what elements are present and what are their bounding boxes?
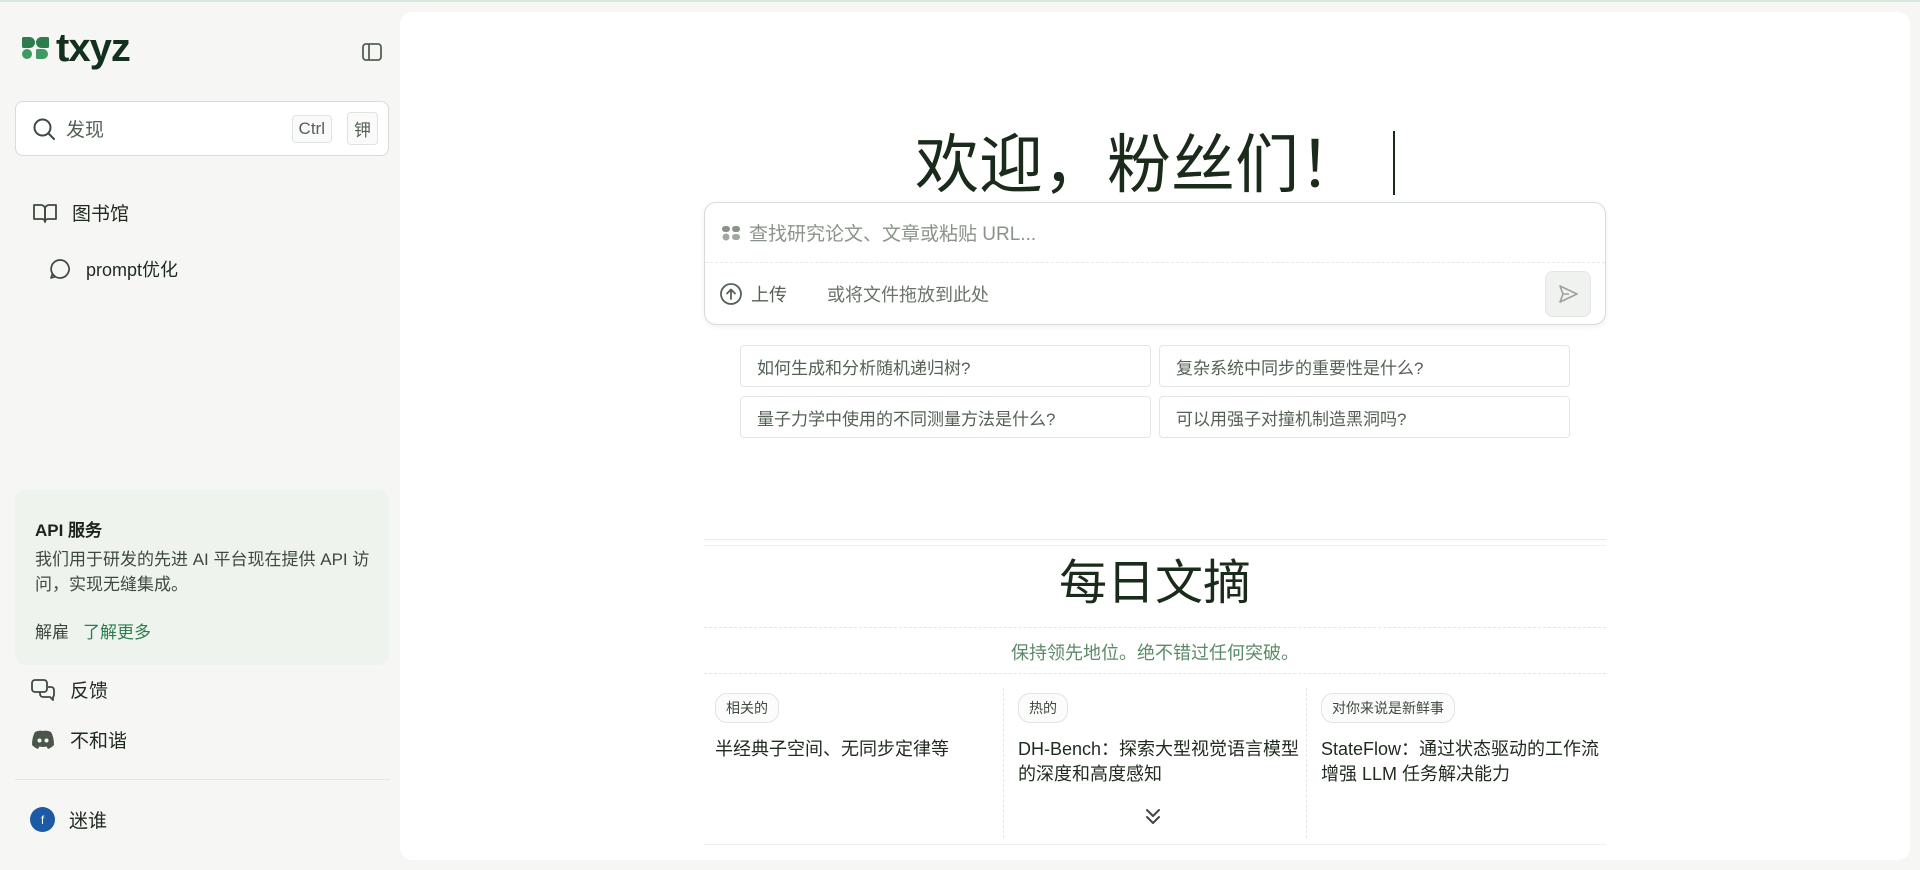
card-title: 半经典子空间、无同步定律等 — [715, 739, 949, 759]
api-dismiss-button[interactable]: 解雇 — [35, 618, 69, 643]
digest-divider — [704, 627, 1606, 628]
api-promo-card: API 服务 我们用于研发的先进 AI 平台现在提供 API 访问，实现无缝集成… — [15, 490, 389, 665]
suggestion-chip[interactable]: 复杂系统中同步的重要性是什么? — [1159, 345, 1570, 387]
card-tag: 对你来说是新鲜事 — [1321, 693, 1455, 723]
logo[interactable]: txyz — [22, 26, 131, 70]
feedback-chat-icon — [31, 678, 55, 701]
api-learn-more-link[interactable]: 了解更多 — [83, 618, 151, 643]
suggestion-chip[interactable]: 量子力学中使用的不同测量方法是什么? — [740, 396, 1151, 438]
collapse-sidebar-button[interactable] — [358, 38, 386, 66]
query-box: 查找研究论文、文章或粘贴 URL... 上传 或将文件拖放到此处 — [704, 202, 1606, 325]
card-tag: 热的 — [1018, 693, 1068, 723]
user-profile[interactable]: f 迷谁 — [30, 806, 107, 833]
logo-small-icon — [722, 225, 740, 240]
sidebar: txyz 发现 Ctrl 钾 图书馆 prompt优化 API 服务 我们用于研… — [0, 0, 400, 870]
upload-label: 上传 — [751, 285, 787, 305]
query-placeholder: 查找研究论文、文章或粘贴 URL... — [749, 224, 1037, 245]
shortcut-key: 钾 — [347, 112, 378, 145]
chat-bubble-icon — [50, 259, 70, 279]
sidebar-item-prompt[interactable]: prompt优化 — [48, 256, 178, 282]
user-name: 迷谁 — [69, 811, 108, 832]
sidebar-item-feedback-label: 反馈 — [70, 681, 109, 702]
chevrons-down-icon — [1146, 809, 1160, 824]
discover-label: 发现 — [66, 120, 105, 141]
welcome-heading: 欢迎，粉丝们！ — [400, 125, 1910, 205]
sidebar-item-discord-label: 不和谐 — [70, 731, 128, 752]
bottom-divider — [704, 844, 1606, 845]
api-card-title: API 服务 — [35, 521, 103, 540]
suggestion-chip[interactable]: 可以用强子对撞机制造黑洞吗? — [1159, 396, 1570, 438]
avatar: f — [30, 807, 55, 832]
card-title: DH-Bench：探索大型视觉语言模型的深度和高度感知 — [1018, 739, 1300, 784]
drop-hint: 或将文件拖放到此处 — [827, 285, 989, 305]
digest-card-related[interactable]: 相关的 半经典子空间、无同步定律等 — [715, 693, 1005, 762]
expand-more-button[interactable] — [1143, 806, 1163, 833]
sidebar-item-library[interactable]: 图书馆 — [32, 199, 129, 226]
digest-card-new[interactable]: 对你来说是新鲜事 StateFlow：通过状态驱动的工作流增强 LLM 任务解决… — [1321, 693, 1611, 787]
sidebar-item-library-label: 图书馆 — [72, 204, 130, 225]
shortcut-ctrl: Ctrl — [291, 114, 332, 143]
main-panel: 欢迎，粉丝们！ 查找研究论文、文章或粘贴 URL... 上传 或将文件拖放到此处 — [400, 12, 1910, 860]
book-open-icon — [33, 203, 57, 223]
digest-title: 每日文摘 — [1058, 557, 1251, 610]
sidebar-toggle-icon — [362, 43, 382, 61]
digest-divider — [704, 539, 1606, 540]
discord-icon — [32, 730, 54, 749]
sidebar-item-prompt-label: prompt优化 — [86, 260, 179, 280]
discover-search[interactable]: 发现 Ctrl 钾 — [15, 101, 389, 156]
card-title: StateFlow：通过状态驱动的工作流增强 LLM 任务解决能力 — [1321, 739, 1600, 784]
digest-divider — [704, 673, 1606, 674]
api-card-description: 我们用于研发的先进 AI 平台现在提供 API 访问，实现无缝集成。 — [35, 550, 370, 594]
query-input[interactable]: 查找研究论文、文章或粘贴 URL... — [705, 203, 1605, 263]
sidebar-divider — [15, 779, 390, 780]
send-icon — [1559, 285, 1578, 303]
upload-arrow-icon — [720, 283, 742, 305]
sidebar-item-feedback[interactable]: 反馈 — [30, 676, 108, 703]
digest-subtitle: 保持领先地位。绝不错过任何突破。 — [1011, 643, 1299, 663]
digest-divider — [704, 545, 1606, 546]
upload-button[interactable]: 上传 — [719, 281, 787, 307]
logo-text: txyz — [56, 26, 131, 70]
digest-card-hot[interactable]: 热的 DH-Bench：探索大型视觉语言模型的深度和高度感知 — [1018, 693, 1308, 787]
welcome-text: 欢迎，粉丝们！ — [915, 129, 1363, 201]
search-icon — [33, 118, 55, 140]
send-button[interactable] — [1545, 271, 1591, 317]
suggestion-chip[interactable]: 如何生成和分析随机递归树? — [740, 345, 1151, 387]
card-tag: 相关的 — [715, 693, 779, 723]
sidebar-item-discord[interactable]: 不和谐 — [30, 726, 127, 753]
logo-mark-icon — [22, 34, 50, 62]
typing-caret — [1393, 131, 1395, 195]
